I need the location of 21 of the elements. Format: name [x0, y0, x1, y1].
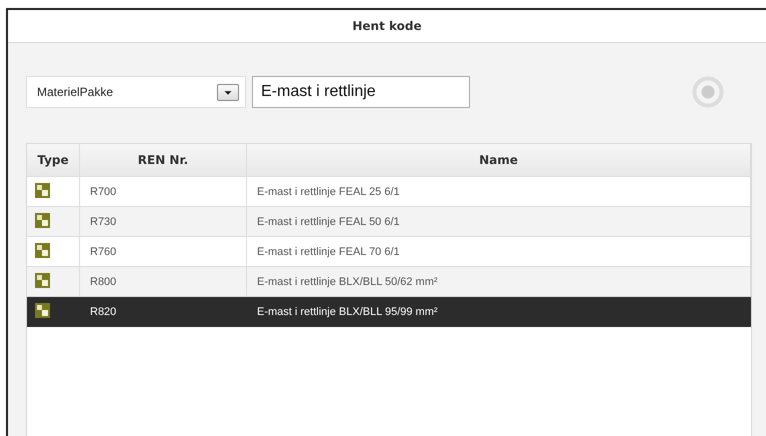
name-cell: E-mast i rettlinje FEAL 50 6/1 — [246, 206, 750, 236]
round-button[interactable] — [692, 76, 724, 108]
column-header[interactable]: REN Nr. — [138, 153, 188, 167]
package-icon — [35, 272, 50, 288]
package-icon — [35, 242, 50, 258]
window-title: Hent kode — [352, 19, 422, 33]
table-row[interactable]: R730 E-mast i rettlinje FEAL 50 6/1 — [27, 206, 750, 236]
package-icon — [35, 182, 50, 198]
table-row[interactable]: R800 E-mast i rettlinje BLX/BLL 50/62 mm² — [27, 266, 750, 296]
ren-cell: R820 — [80, 296, 246, 326]
search-field[interactable]: E-mast i rettlinje — [252, 76, 470, 108]
ren-cell: R730 — [80, 206, 246, 236]
dropdown-caret-icon — [217, 84, 239, 100]
package-icon — [35, 212, 50, 228]
ren-cell: R800 — [80, 266, 246, 296]
name-cell: E-mast i rettlinje BLX/BLL 50/62 mm² — [246, 266, 750, 296]
table-row[interactable]: R820 E-mast i rettlinje BLX/BLL 95/99 mm² — [27, 296, 750, 326]
type-dropdown[interactable]: MaterielPakke — [26, 76, 246, 108]
name-cell: E-mast i rettlinje BLX/BLL 95/99 mm² — [246, 296, 750, 326]
column-header[interactable]: Name — [479, 153, 518, 167]
package-icon — [35, 302, 50, 318]
